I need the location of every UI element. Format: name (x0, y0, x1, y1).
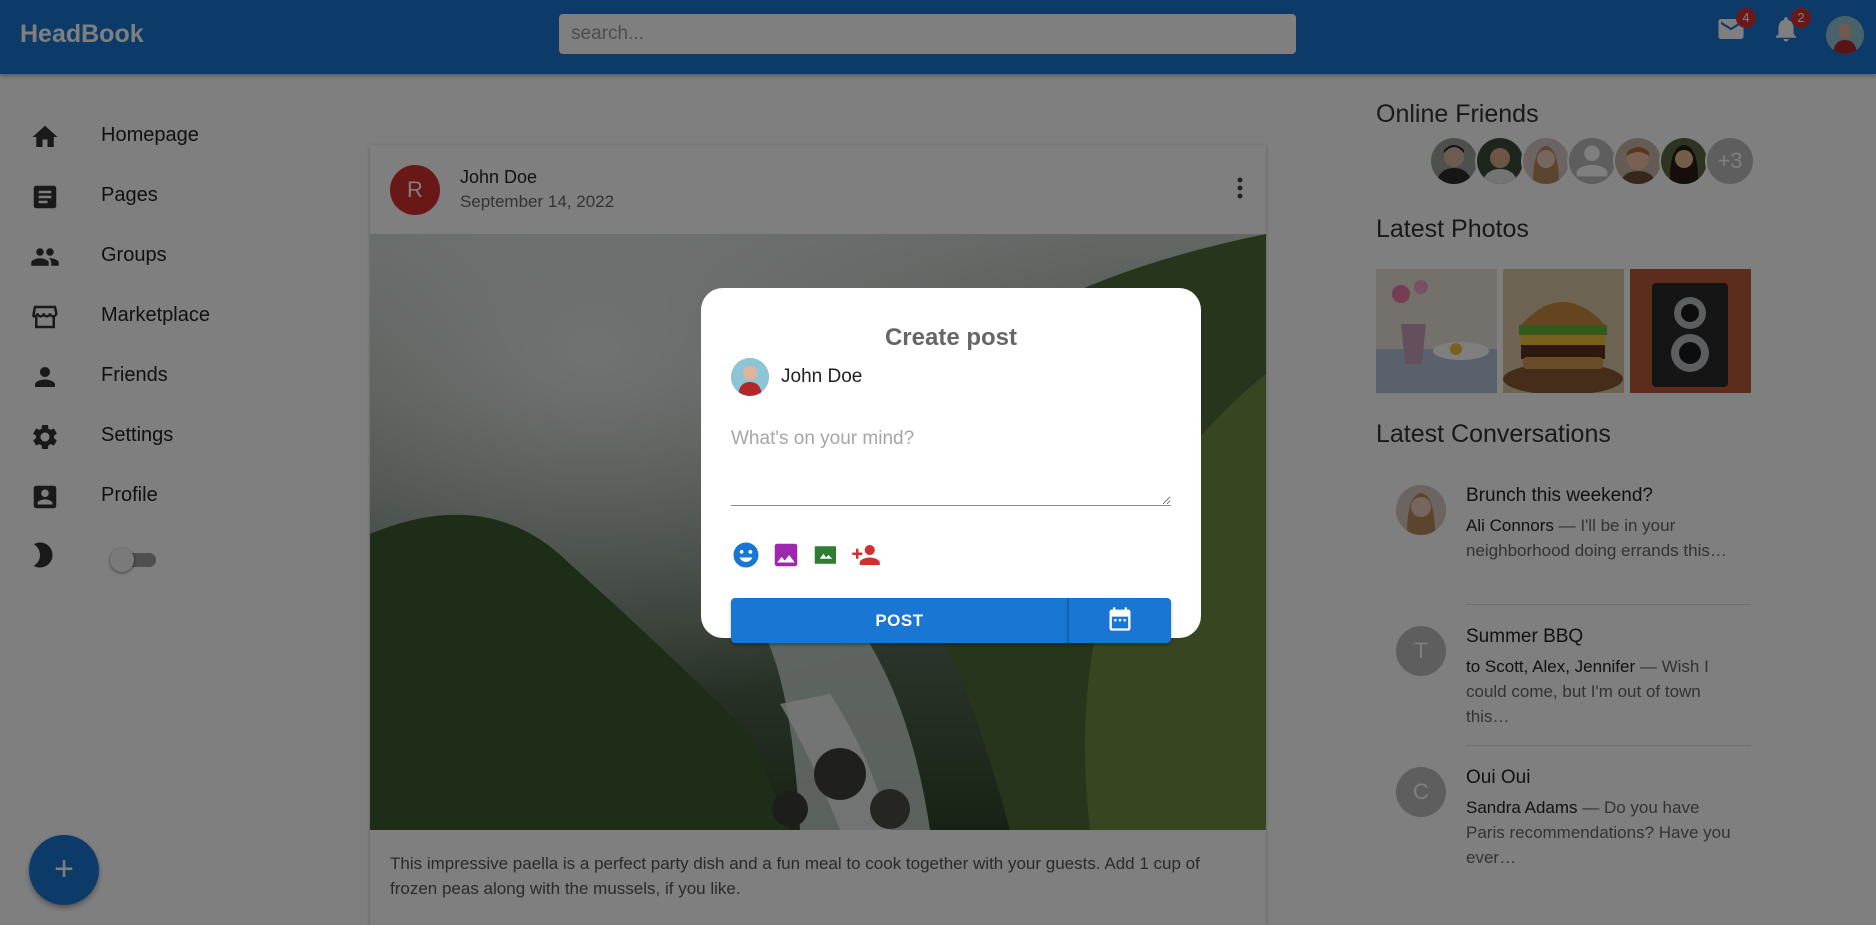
add-image-button[interactable] (771, 540, 801, 570)
modal-title: Create post (884, 324, 1018, 351)
post-button[interactable]: POST (731, 598, 1068, 643)
calendar-icon (1109, 607, 1131, 631)
emoji-icon (733, 542, 759, 568)
create-post-modal: Create post John Doe POST (701, 288, 1201, 643)
add-video-button[interactable] (811, 540, 841, 570)
post-textarea[interactable] (731, 424, 1171, 506)
modal-username: John Doe (781, 366, 863, 387)
schedule-button[interactable] (1068, 598, 1171, 643)
tag-friend-button[interactable] (851, 540, 881, 570)
emoji-button[interactable] (731, 540, 761, 570)
user-photo (731, 358, 769, 396)
image-icon (774, 543, 798, 567)
video-icon (814, 546, 836, 564)
avatar (731, 358, 769, 396)
tag-person-icon (852, 545, 880, 565)
